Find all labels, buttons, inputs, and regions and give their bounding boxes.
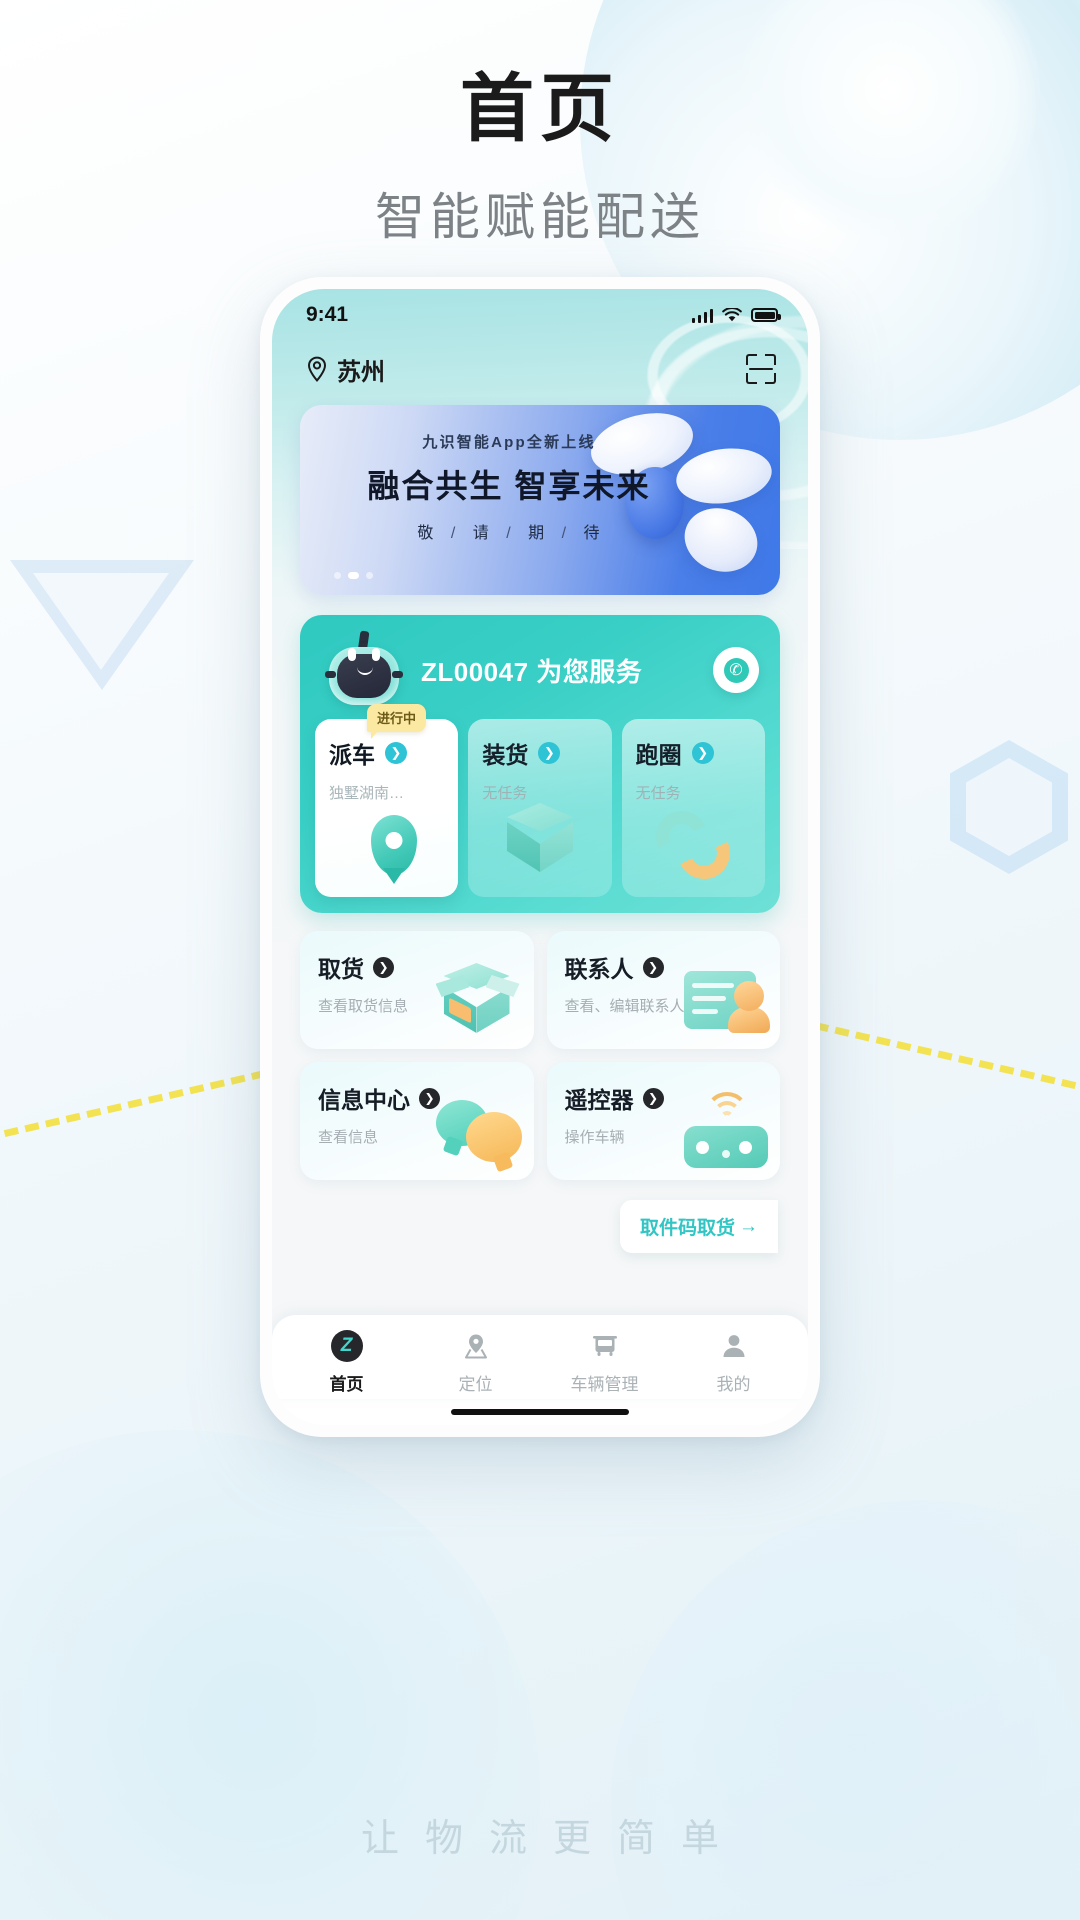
home-indicator	[272, 1399, 808, 1425]
robot-avatar-icon	[321, 630, 407, 707]
banner-sub-sep-1: /	[506, 525, 512, 542]
user-profile-icon	[717, 1329, 751, 1363]
feature-card-message-center[interactable]: 信息中心 ❯ 查看信息	[300, 1062, 534, 1180]
status-bar: 9:41	[272, 289, 808, 341]
tab-label: 车辆管理	[570, 1375, 639, 1394]
open-box-icon	[430, 953, 526, 1045]
banner-sub-sep-2: /	[561, 525, 568, 542]
tab-label: 定位	[458, 1375, 493, 1394]
hexagon-outline-shape	[950, 740, 1068, 874]
task-tile-desc: 独墅湖南…	[329, 785, 405, 802]
carousel-dots[interactable]	[334, 572, 373, 579]
triangle-outline-shape	[10, 560, 194, 690]
signal-bars-icon	[691, 308, 713, 323]
status-time: 9:41	[306, 303, 349, 326]
phone-call-icon[interactable]	[713, 647, 759, 693]
tab-location[interactable]: 定位	[411, 1329, 540, 1395]
banner-subtitle: 敬 / 请 / 期 / 待	[334, 519, 684, 543]
task-tile-dispatch[interactable]: 进行中 派车 ❯ 独墅湖南…	[315, 704, 459, 897]
chevron-right-icon[interactable]: ❯	[538, 742, 561, 764]
vehicle-task-card: ZL00047 为您服务 进行中 派车 ❯ 独墅湖南…	[300, 615, 780, 913]
location-pin-icon	[459, 1329, 493, 1363]
carousel-dot-0[interactable]	[334, 572, 341, 579]
vehicle-service-title: ZL00047 为您服务	[421, 656, 643, 687]
banner-sub-sep-0: /	[450, 525, 457, 542]
task-tile-header: 装货 ❯	[482, 736, 597, 770]
task-tile-name: 派车	[329, 742, 375, 768]
page-header: 首页 智能赋能配送	[0, 68, 1080, 249]
task-tile-desc: 无任务	[482, 785, 528, 802]
scroll-content: 九识智能App全新上线 融合共生 智享未来 敬 / 请 / 期 / 待 ZL00…	[272, 397, 808, 1315]
feature-card-name: 取货	[318, 956, 364, 982]
task-tile-name: 跑圈	[635, 742, 682, 768]
package-box-icon	[468, 803, 611, 891]
chevron-right-icon[interactable]: ❯	[385, 742, 407, 764]
chevron-right-icon[interactable]: ❯	[373, 956, 394, 978]
cycle-arrows-icon	[622, 803, 765, 891]
banner-sub-char-2: 期	[528, 525, 546, 542]
tab-label: 首页	[329, 1375, 364, 1394]
contact-card-icon	[676, 953, 772, 1045]
map-pin-icon	[307, 356, 327, 382]
battery-icon	[751, 308, 781, 322]
tab-label: 我的	[716, 1375, 751, 1394]
banner-sub-char-0: 敬	[417, 525, 435, 542]
task-tile-header: 派车 ❯	[329, 736, 444, 770]
banner-eyebrow: 九识智能App全新上线	[422, 434, 596, 451]
tab-home[interactable]: Z 首页	[282, 1329, 411, 1395]
task-tile-name: 装货	[482, 742, 529, 768]
promo-banner[interactable]: 九识智能App全新上线 融合共生 智享未来 敬 / 请 / 期 / 待	[300, 405, 780, 595]
feature-card-name: 联系人	[564, 956, 634, 982]
chevron-right-icon[interactable]: ❯	[691, 742, 714, 764]
feature-card-pickup[interactable]: 取货 ❯ 查看取货信息	[300, 931, 534, 1049]
triangle-inner-shape	[33, 573, 169, 670]
location-selector[interactable]: 苏州	[306, 352, 385, 387]
page-title: 首页	[460, 67, 620, 150]
task-status-badge: 进行中	[367, 704, 427, 739]
arrow-right-icon: →	[739, 1215, 758, 1237]
dashed-line-right	[793, 1017, 1080, 1094]
chat-bubbles-icon	[430, 1084, 526, 1176]
banner-text-block: 九识智能App全新上线 融合共生 智享未来 敬 / 请 / 期 / 待	[300, 405, 780, 543]
logo-z-icon: Z	[330, 1329, 364, 1363]
footer-tagline: 让物流更简单	[360, 1818, 745, 1860]
location-label: 苏州	[337, 358, 385, 386]
feature-card-name: 遥控器	[564, 1087, 634, 1113]
task-tile-loop[interactable]: 跑圈 ❯ 无任务	[621, 719, 765, 897]
task-tile-loading[interactable]: 装货 ❯ 无任务	[468, 719, 612, 897]
map-pins-icon	[315, 805, 458, 891]
vehicle-icon	[588, 1329, 622, 1363]
carousel-dot-2[interactable]	[366, 572, 373, 579]
wifi-icon	[722, 307, 742, 321]
banner-sub-char-1: 请	[472, 525, 490, 542]
status-indicators	[691, 307, 781, 323]
phone-screen: 9:41 苏州 九识智能App全新上线 融合共生 智享未来 敬 / 请 / 期 …	[272, 289, 808, 1425]
feature-card-remote[interactable]: 遥控器 ❯ 操作车辆	[546, 1062, 780, 1180]
task-tile-header: 跑圈 ❯	[636, 736, 751, 770]
location-bar: 苏州	[272, 341, 808, 397]
hexagon-inner-shape	[966, 758, 1052, 856]
pickup-code-row: 取件码取货 →	[300, 1200, 780, 1253]
carousel-dot-1[interactable]	[348, 572, 359, 579]
feature-card-contacts[interactable]: 联系人 ❯ 查看、编辑联系人	[546, 931, 780, 1049]
feature-card-name: 信息中心	[318, 1087, 410, 1113]
pickup-code-button[interactable]: 取件码取货 →	[619, 1200, 778, 1253]
tab-profile[interactable]: 我的	[669, 1329, 798, 1395]
scan-qr-icon[interactable]	[746, 354, 776, 384]
dashed-line-left	[0, 1065, 287, 1142]
phone-mockup: 9:41 苏州 九识智能App全新上线 融合共生 智享未来 敬 / 请 / 期 …	[260, 277, 820, 1437]
pickup-code-label: 取件码取货	[639, 1218, 735, 1239]
feature-grid: 取货 ❯ 查看取货信息 联系人 ❯ 查看、编辑联系人 信息中心 ❯ 查看信息 遥…	[300, 931, 780, 1180]
chevron-right-icon[interactable]: ❯	[642, 956, 664, 978]
chevron-right-icon[interactable]: ❯	[642, 1087, 664, 1109]
banner-title: 融合共生 智享未来	[367, 468, 651, 504]
banner-sub-char-3: 待	[583, 525, 601, 542]
page-subtitle: 智能赋能配送	[375, 189, 705, 246]
task-tile-desc: 无任务	[635, 785, 681, 802]
bottom-tab-bar: Z 首页 定位 车辆管理 我的	[272, 1315, 808, 1399]
task-tile-list: 进行中 派车 ❯ 独墅湖南… 装货 ❯ 无任务 跑圈 ❯ 无任务	[315, 704, 765, 897]
remote-control-icon	[676, 1084, 772, 1176]
tab-vehicle-management[interactable]: 车辆管理	[540, 1329, 669, 1395]
